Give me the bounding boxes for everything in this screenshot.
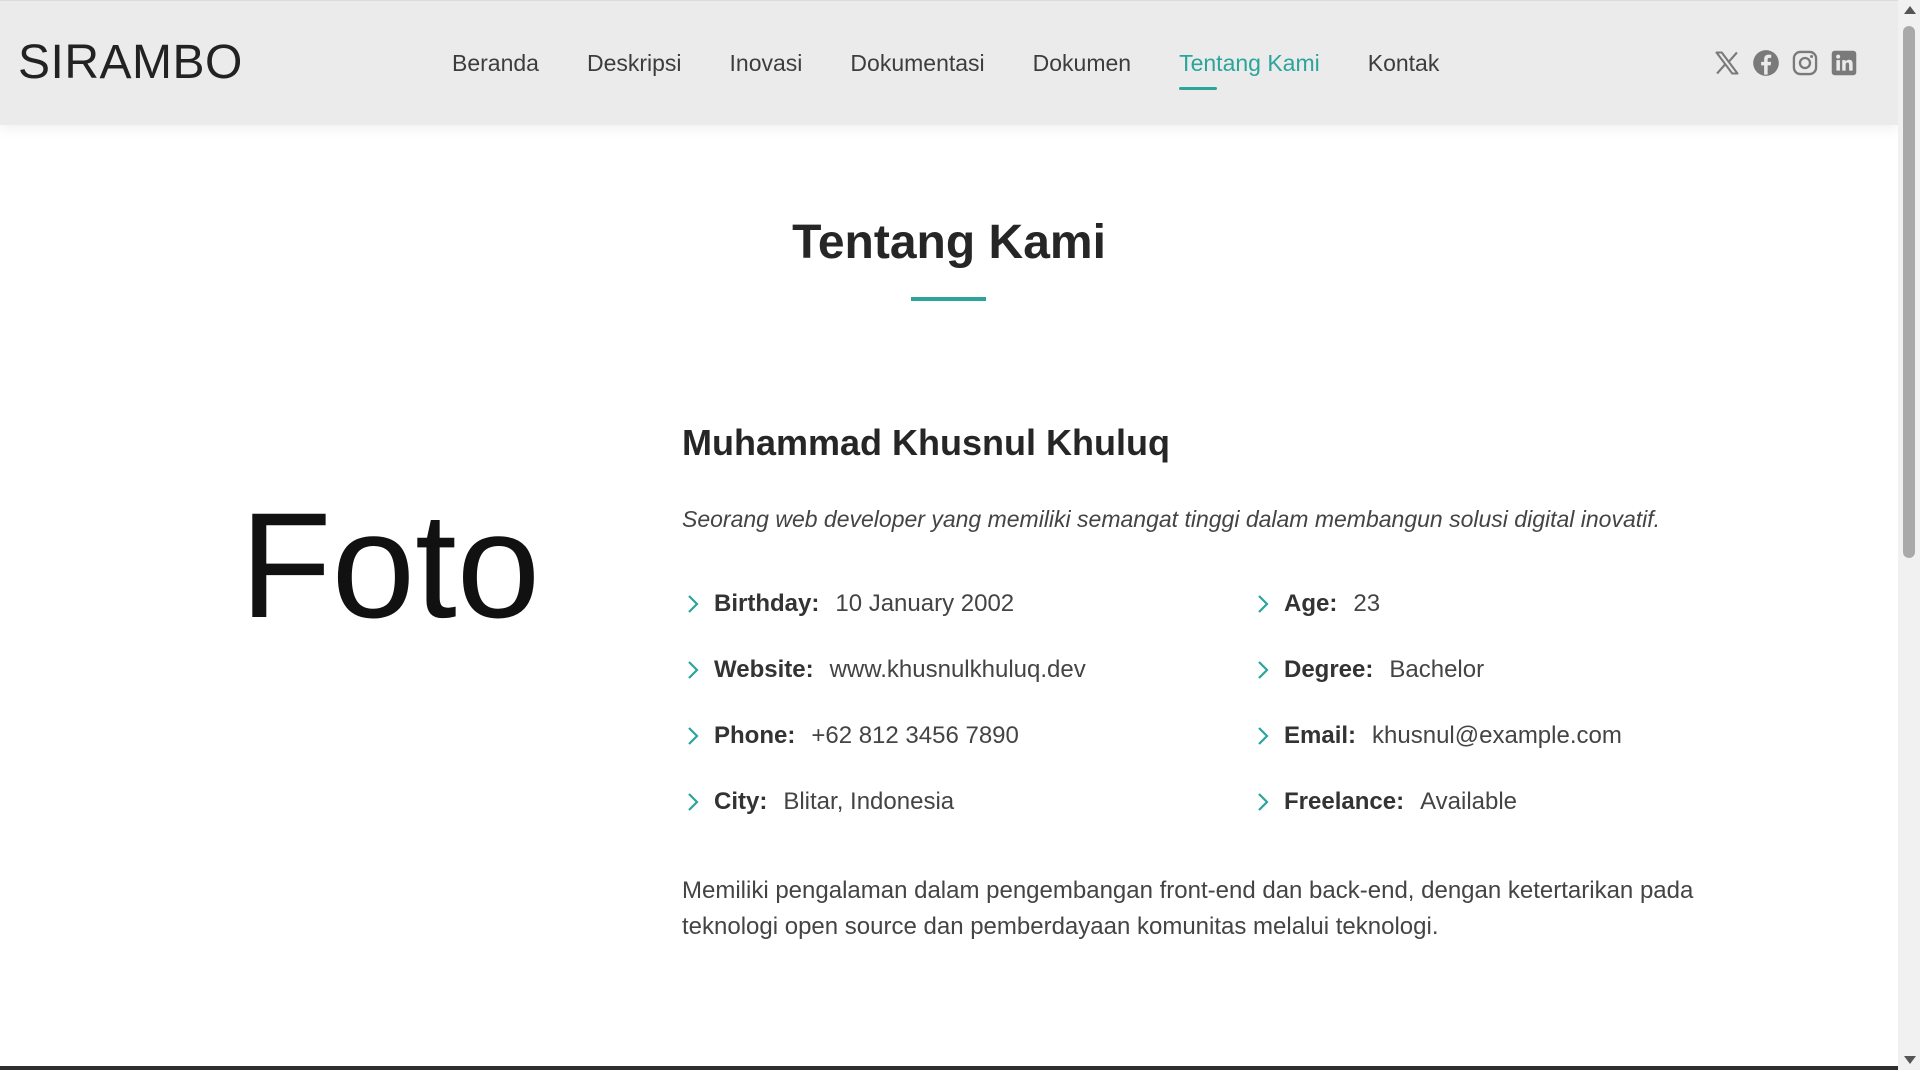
chevron-right-icon — [688, 727, 699, 745]
detail-value: www.khusnulkhuluq.dev — [829, 656, 1086, 683]
detail-label: Birthday: — [714, 590, 820, 617]
chevron-right-icon — [688, 661, 699, 679]
scroll-up-arrow-icon[interactable] — [1904, 6, 1916, 14]
chevron-right-icon — [688, 595, 699, 613]
nav-item-kontak[interactable]: Kontak — [1368, 1, 1440, 125]
detail-age: Age: 23 — [1252, 587, 1380, 621]
detail-freelance: Freelance: Available — [1252, 785, 1517, 819]
detail-label: Age: — [1284, 590, 1338, 617]
section-title: Tentang Kami — [792, 216, 1106, 269]
detail-value: 23 — [1353, 590, 1381, 617]
detail-label: Freelance: — [1284, 788, 1405, 815]
nav-item-deskripsi[interactable]: Deskripsi — [587, 1, 682, 125]
profile-description: Memiliki pengalaman dalam pengembangan f… — [682, 877, 1694, 940]
chevron-right-icon — [1258, 793, 1269, 811]
detail-birthday: Birthday: 10 January 2002 — [682, 587, 1014, 621]
nav-item-dokumentasi[interactable]: Dokumentasi — [850, 1, 984, 125]
nav-item-beranda[interactable]: Beranda — [452, 1, 539, 125]
site-logo[interactable]: SIRAMBO — [18, 35, 243, 91]
detail-label: Phone: — [714, 722, 796, 749]
detail-label: City: — [714, 788, 768, 815]
detail-label: Degree: — [1284, 656, 1374, 683]
instagram-icon[interactable] — [1791, 49, 1819, 77]
chevron-right-icon — [1258, 595, 1269, 613]
detail-value: Available — [1420, 788, 1518, 815]
scroll-thumb[interactable] — [1903, 26, 1915, 558]
detail-phone: Phone: +62 812 3456 7890 — [682, 719, 1019, 753]
site-header: SIRAMBO Beranda Deskripsi Inovasi Dokume… — [0, 0, 1898, 125]
detail-label: Email: — [1284, 722, 1357, 749]
detail-city: City: Blitar, Indonesia — [682, 785, 954, 819]
detail-value: +62 812 3456 7890 — [811, 722, 1019, 749]
scroll-down-arrow-icon[interactable] — [1904, 1056, 1916, 1064]
linkedin-icon[interactable] — [1830, 49, 1858, 77]
scrollbar[interactable] — [1898, 0, 1920, 1070]
profile-tagline: Seorang web developer yang memiliki sema… — [682, 506, 1661, 532]
main-nav: Beranda Deskripsi Inovasi Dokumentasi Do… — [452, 1, 1487, 125]
nav-item-inovasi[interactable]: Inovasi — [730, 1, 803, 125]
photo-placeholder: Foto — [240, 481, 541, 649]
detail-value: Bachelor — [1389, 656, 1485, 683]
nav-item-dokumen[interactable]: Dokumen — [1033, 1, 1131, 125]
facebook-icon[interactable] — [1752, 49, 1780, 77]
detail-value: Blitar, Indonesia — [783, 788, 955, 815]
detail-value: khusnul@example.com — [1372, 722, 1622, 749]
profile-name: Muhammad Khusnul Khuluq — [682, 422, 1170, 463]
detail-degree: Degree: Bachelor — [1252, 653, 1484, 687]
detail-label: Website: — [714, 656, 814, 683]
title-underline — [911, 297, 986, 301]
chevron-right-icon — [1258, 727, 1269, 745]
nav-item-tentang-kami[interactable]: Tentang Kami — [1179, 1, 1320, 125]
detail-email: Email: khusnul@example.com — [1252, 719, 1622, 753]
chevron-right-icon — [1258, 661, 1269, 679]
social-links — [1713, 49, 1869, 77]
chevron-right-icon — [688, 793, 699, 811]
detail-value: 10 January 2002 — [835, 590, 1015, 617]
x-icon[interactable] — [1713, 49, 1741, 77]
page-bottom-border — [0, 1066, 1898, 1070]
detail-website: Website: www.khusnulkhuluq.dev — [682, 653, 1086, 687]
